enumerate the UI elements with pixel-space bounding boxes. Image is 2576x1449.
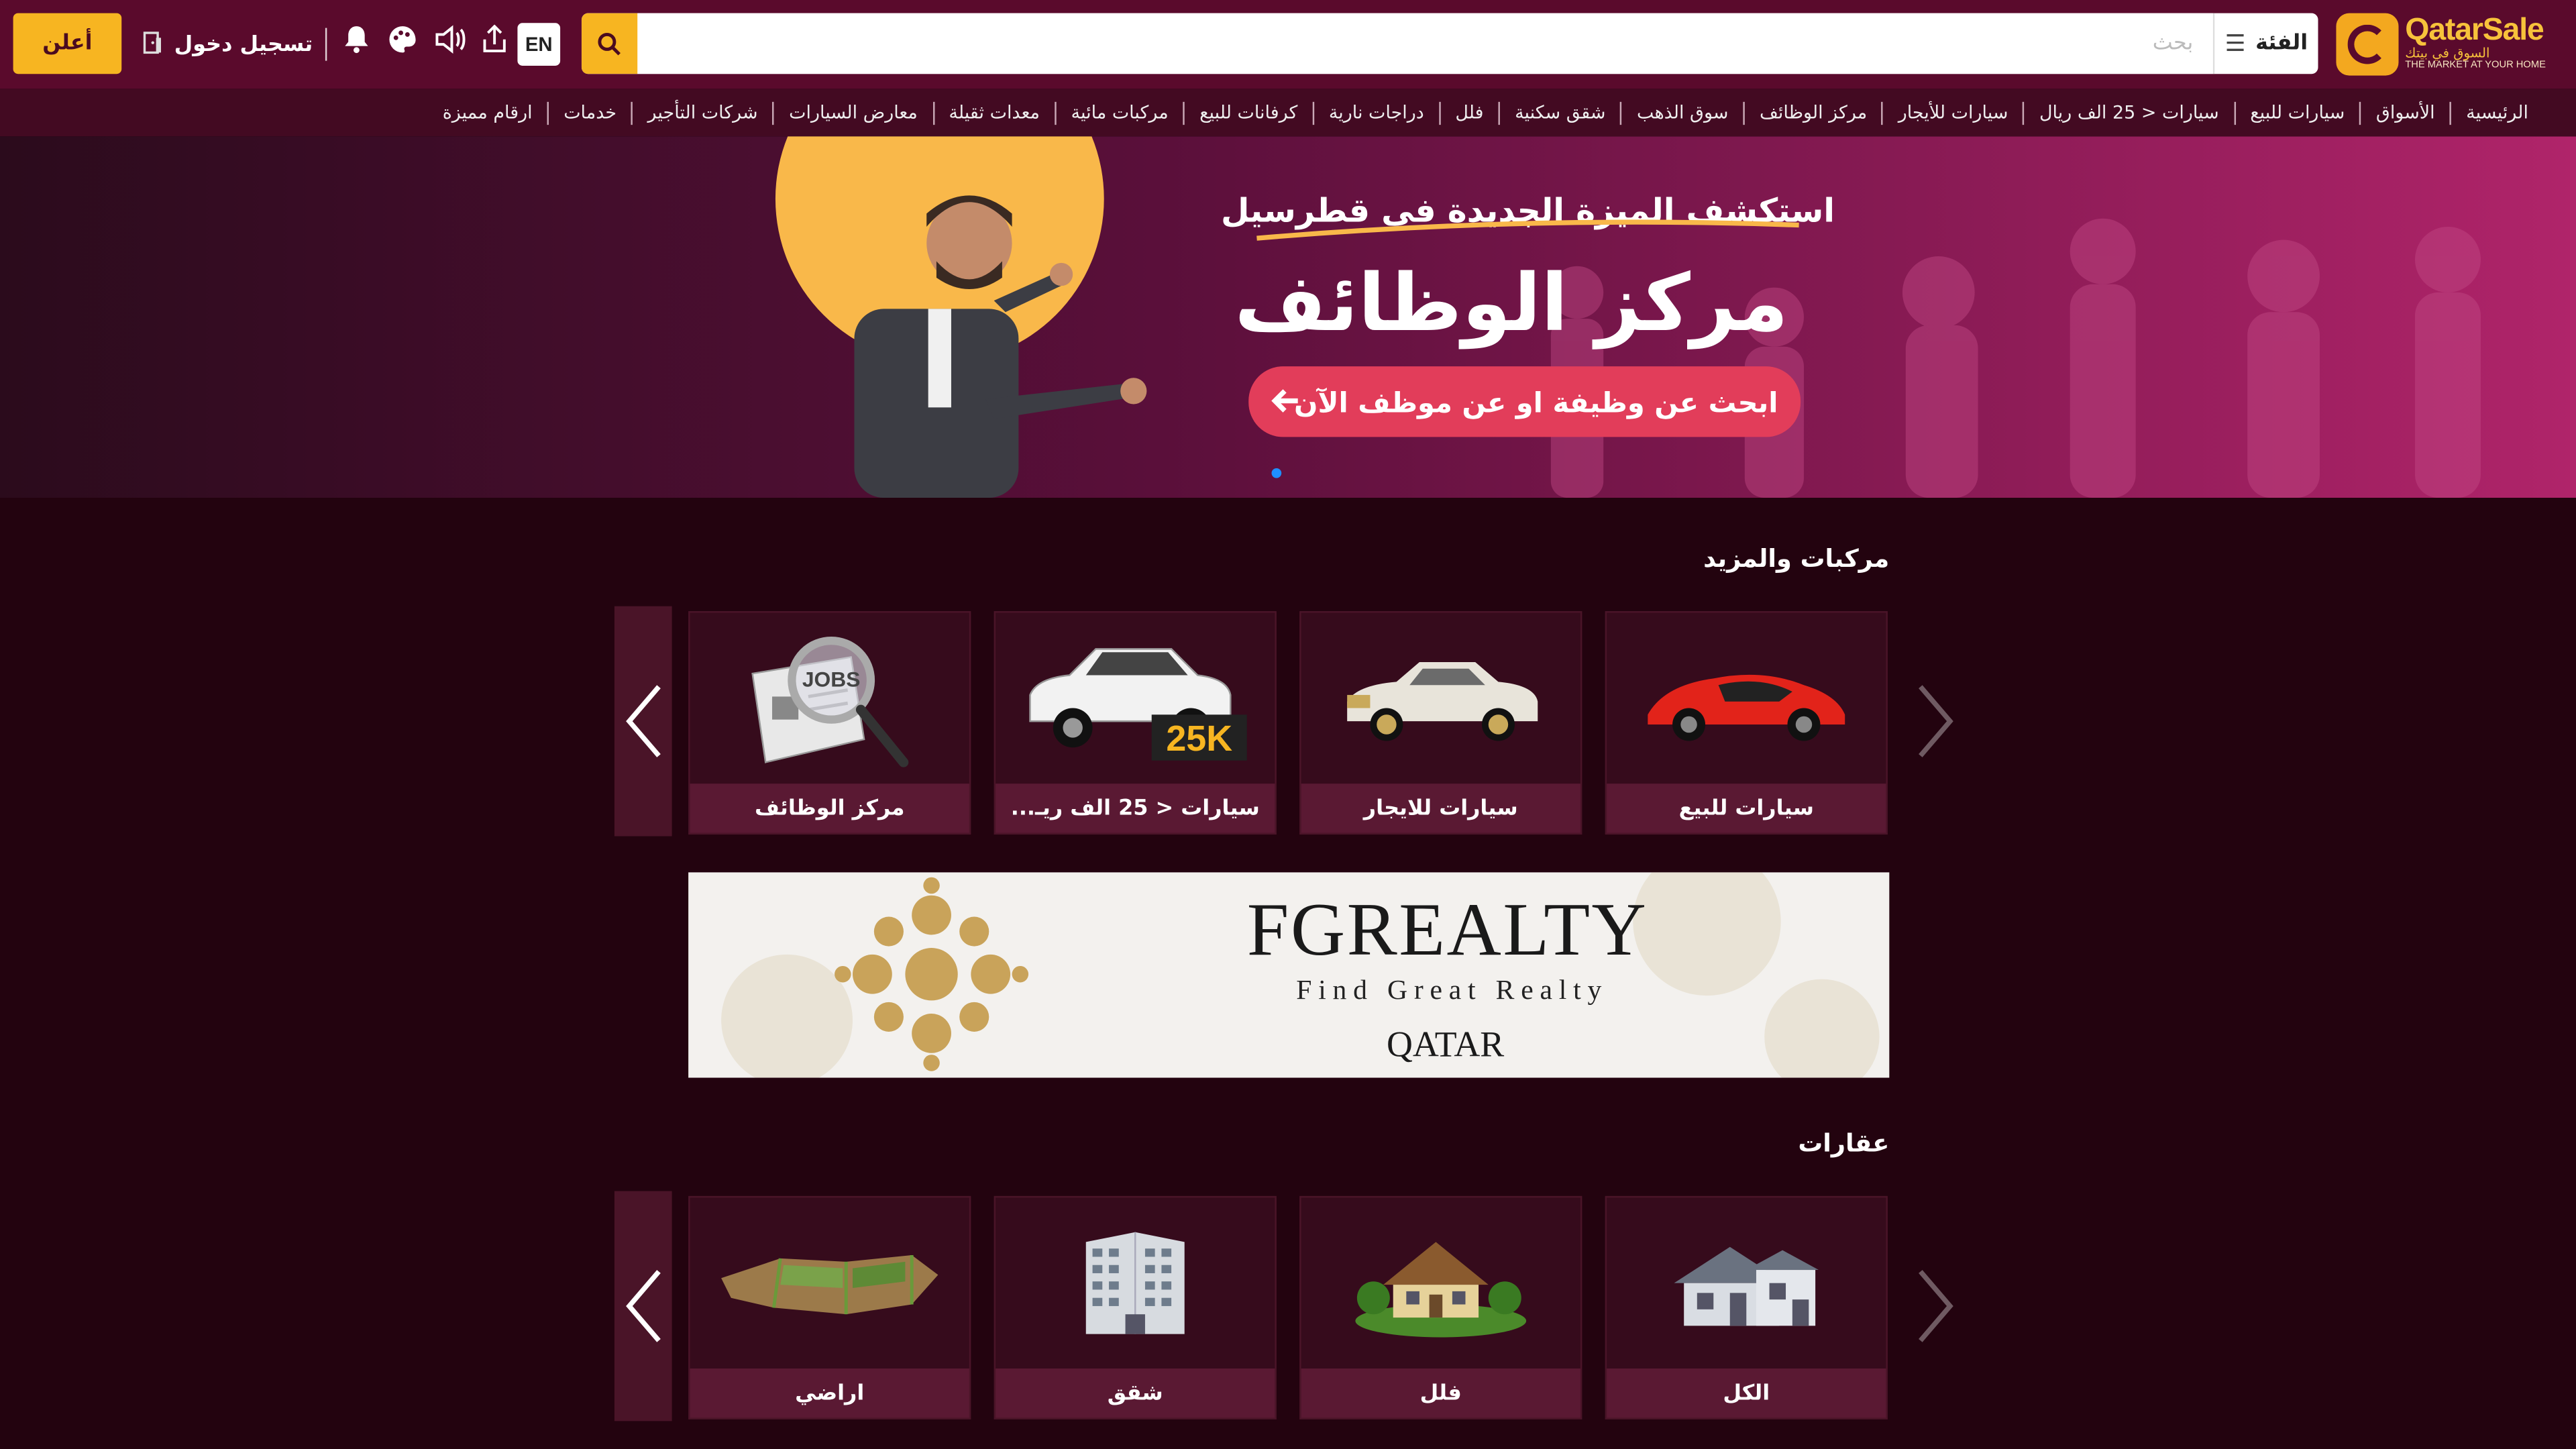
search-bar: الفئة ☰ xyxy=(581,13,2318,74)
site-logo[interactable]: QatarSale السوق في بيتك THE MARKET AT YO… xyxy=(2336,13,2563,76)
villa-image xyxy=(1301,1197,1580,1368)
nav-item-gold-market[interactable]: سوق الذهب xyxy=(1620,101,1743,124)
vehicles-carousel-prev-button[interactable] xyxy=(614,606,672,837)
logo-name: QatarSale xyxy=(2405,13,2544,48)
fgrealty-ad-banner[interactable]: FGREALTY Find Great Realty QATAR xyxy=(688,872,1890,1078)
nav-item-services[interactable]: خدمات xyxy=(547,101,631,124)
logo-badge-icon xyxy=(2336,13,2399,76)
badge-25k: 25K xyxy=(1166,718,1232,759)
logo-tagline-ar: السوق في بيتك xyxy=(2405,46,2490,61)
realestate-carousel-next-button[interactable] xyxy=(1906,1191,1964,1421)
vehicle-card[interactable]: 25K سيارات < 25 الف ريـ... xyxy=(994,611,1277,835)
nav-item-caravans[interactable]: كرفانات للبيع xyxy=(1183,101,1313,124)
red-sports-car-image xyxy=(1607,612,1886,784)
vehicle-card[interactable]: سيارات للبيع xyxy=(1605,611,1888,835)
suv-25k-image: 25K xyxy=(996,612,1275,784)
realestate-card[interactable]: الكل xyxy=(1605,1195,1888,1419)
nav-item-cars-for-rent[interactable]: سيارات للأيجار xyxy=(1882,101,2023,124)
hamburger-icon: ☰ xyxy=(2224,30,2246,57)
chevron-left-icon xyxy=(625,685,660,757)
bell-icon[interactable] xyxy=(341,24,371,65)
nav-item-markets[interactable]: الأسواق xyxy=(2359,101,2449,124)
nav-item-heavy-equipment[interactable]: معدات ثقيلة xyxy=(932,101,1055,124)
luxury-car-image xyxy=(1301,612,1580,784)
card-label: سيارات < 25 الف ريـ... xyxy=(996,784,1275,833)
search-icon xyxy=(598,32,621,55)
chevron-left-icon xyxy=(625,1270,660,1342)
nav-item-apartments[interactable]: شقق سكنية xyxy=(1498,101,1621,124)
ad-tagline: Find Great Realty xyxy=(1296,974,1609,1006)
category-nav: الرئيسية الأسواق سيارات للبيع سيارات < 2… xyxy=(0,89,2576,137)
vehicle-card[interactable]: JOBS مركز الوظائف xyxy=(688,611,971,835)
page: QatarSale السوق في بيتك THE MARKET AT YO… xyxy=(0,0,2576,1449)
realestate-card[interactable]: شقق xyxy=(994,1195,1277,1419)
login-label: تسجيل دخول xyxy=(174,32,313,57)
chevron-right-icon xyxy=(1917,685,1953,757)
top-header: QatarSale السوق في بيتك THE MARKET AT YO… xyxy=(0,0,2576,89)
hero-cta-label: ابحث عن وظيفة او عن موظف الآن xyxy=(1294,386,1778,420)
palette-icon[interactable] xyxy=(388,24,417,65)
header-icons xyxy=(341,23,509,65)
nav-item-special-numbers[interactable]: ارقام مميزة xyxy=(428,101,547,124)
land-plot-image xyxy=(690,1197,969,1368)
hero-graphic: استكشف الميزة الجديدة في قطرسيل مركز الو… xyxy=(0,136,2576,498)
realestate-carousel-prev-button[interactable] xyxy=(614,1191,672,1421)
nav-item-watercraft[interactable]: مركبات مائية xyxy=(1055,101,1183,124)
badge-jobs: JOBS xyxy=(802,667,861,692)
chevron-right-icon xyxy=(1917,1270,1953,1342)
jobs-newspaper-image: JOBS xyxy=(690,612,969,784)
nav-item-jobs-center[interactable]: مركز الوظائف xyxy=(1743,101,1882,124)
card-label: اراضي xyxy=(690,1368,969,1418)
vehicle-card[interactable]: سيارات للايجار xyxy=(1299,611,1582,835)
card-label: سيارات للبيع xyxy=(1607,784,1886,833)
nav-item-car-showrooms[interactable]: معارض السيارات xyxy=(772,101,932,124)
search-button[interactable] xyxy=(581,13,638,74)
nav-item-cars-for-sale[interactable]: سيارات للبيع xyxy=(2233,101,2360,124)
post-ad-button[interactable]: أعلن xyxy=(13,13,122,74)
hero-banner[interactable]: استكشف الميزة الجديدة في قطرسيل مركز الو… xyxy=(0,136,2576,498)
card-label: الكل xyxy=(1607,1368,1886,1418)
nav-list: الرئيسية الأسواق سيارات للبيع سيارات < 2… xyxy=(428,89,2563,136)
door-icon xyxy=(142,30,164,58)
nav-item-cars-under-25k[interactable]: سيارات < 25 الف ريال xyxy=(2023,101,2233,124)
apartment-building-image xyxy=(996,1197,1275,1368)
nav-item-villas[interactable]: فلل xyxy=(1438,101,1499,124)
speaker-icon[interactable] xyxy=(434,24,466,65)
header-divider xyxy=(325,28,327,61)
nav-item-rental-companies[interactable]: شركات التأجير xyxy=(631,101,773,124)
share-icon[interactable] xyxy=(480,23,509,65)
nav-item-home[interactable]: الرئيسية xyxy=(2449,101,2543,124)
ad-country: QATAR xyxy=(1386,1023,1505,1065)
vehicles-section-title: مركبات والمزيد xyxy=(1703,543,1890,574)
carousel-dot-active[interactable] xyxy=(1271,468,1282,478)
card-label: مركز الوظائف xyxy=(690,784,969,833)
category-label: الفئة xyxy=(2255,31,2308,56)
realestate-section-title: عقارات xyxy=(1798,1128,1890,1159)
category-dropdown[interactable]: الفئة ☰ xyxy=(2212,13,2318,74)
nav-item-motorcycles[interactable]: دراجات نارية xyxy=(1312,101,1438,124)
realestate-card[interactable]: فلل xyxy=(1299,1195,1582,1419)
hero-line2: مركز الوظائف xyxy=(1234,257,1788,350)
hero-cta-button[interactable]: ابحث عن وظيفة او عن موظف الآن xyxy=(1248,366,1801,437)
logo-tagline-en: THE MARKET AT YOUR HOME xyxy=(2405,60,2546,71)
vehicles-carousel-next-button[interactable] xyxy=(1906,606,1964,837)
card-label: فلل xyxy=(1301,1368,1580,1418)
login-button[interactable]: تسجيل دخول xyxy=(142,25,313,64)
house-image xyxy=(1607,1197,1886,1368)
search-input[interactable] xyxy=(637,13,2213,74)
ad-brand: FGREALTY xyxy=(1246,887,1648,971)
realestate-card[interactable]: اراضي xyxy=(688,1195,971,1419)
card-label: سيارات للايجار xyxy=(1301,784,1580,833)
card-label: شقق xyxy=(996,1368,1275,1418)
language-toggle-button[interactable]: EN xyxy=(517,23,561,66)
